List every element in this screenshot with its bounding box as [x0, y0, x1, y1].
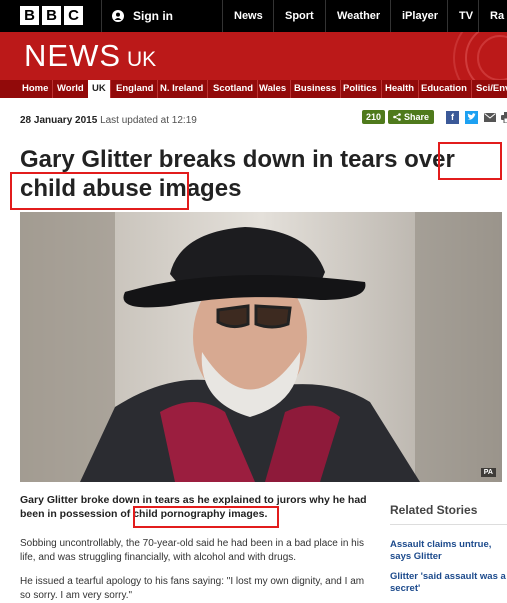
share-icon [393, 113, 401, 121]
share-label: Share [404, 112, 430, 122]
related-story-link[interactable]: Assault claims untrue, says Glitter [390, 539, 507, 563]
nav-weather[interactable]: Weather [325, 0, 390, 32]
article-date: 28 January 2015 [20, 115, 98, 126]
headline-highlight-box [10, 172, 189, 210]
subnav-business[interactable]: Business [290, 80, 342, 98]
article-dateline: 28 January 2015 Last updated at 12:19 [20, 115, 197, 126]
subnav-home[interactable]: Home [18, 80, 54, 98]
bbc-masthead: B B C Sign in News Sport Weather iPlayer… [0, 0, 507, 32]
nav-tv[interactable]: TV [447, 0, 477, 32]
logo-letter: C [64, 6, 83, 25]
related-stories-title: Related Stories [390, 503, 478, 517]
bbc-logo[interactable]: B B C [20, 6, 83, 25]
news-edition: UK [127, 48, 157, 71]
news-section-title[interactable]: NEWS UK [24, 38, 156, 74]
user-icon [112, 10, 124, 22]
nav-sport[interactable]: Sport [273, 0, 325, 32]
email-icon[interactable] [484, 112, 497, 122]
share-button[interactable]: Share [388, 110, 435, 124]
subnav-scotland[interactable]: Scotland [209, 80, 259, 98]
print-icon[interactable] [501, 111, 507, 123]
related-story-link[interactable]: Glitter 'said assault was a secret' [390, 571, 507, 595]
logo-letter: B [20, 6, 39, 25]
section-nav: Home World UK England N. Ireland Scotlan… [0, 80, 507, 98]
subnav-wales[interactable]: Wales [255, 80, 292, 98]
twitter-bird-glyph [467, 113, 476, 120]
logo-letter: B [42, 6, 61, 25]
divider [390, 524, 507, 525]
nav-iplayer[interactable]: iPlayer [390, 0, 440, 32]
subnav-education[interactable]: Education [417, 80, 472, 98]
header-decoration [453, 32, 507, 80]
article-photo: PA [20, 212, 502, 482]
news-wordmark: NEWS [24, 38, 121, 73]
nav-radio[interactable]: Ra [478, 0, 507, 32]
last-updated: Last updated at 12:19 [100, 115, 197, 126]
twitter-icon[interactable] [465, 110, 479, 124]
share-tools: 210 Share f [362, 110, 507, 124]
nav-news[interactable]: News [222, 0, 273, 32]
subnav-uk[interactable]: UK [88, 80, 111, 98]
signin-link[interactable]: Sign in [101, 0, 173, 32]
lead-highlight-box [133, 506, 279, 528]
news-header: NEWS UK [0, 32, 507, 80]
headline-highlight-box [438, 142, 502, 180]
facebook-icon[interactable]: f [446, 110, 460, 124]
share-count: 210 [362, 110, 386, 124]
subnav-health[interactable]: Health [381, 80, 420, 98]
photo-credit: PA [480, 468, 496, 477]
signin-label: Sign in [133, 9, 173, 23]
photo-illustration [20, 212, 502, 482]
article-paragraph: He issued a tearful apology to his fans … [20, 576, 365, 601]
article-paragraph: Sobbing uncontrollably, the 70-year-old … [20, 538, 364, 563]
subnav-sci-env[interactable]: Sci/Env [472, 80, 507, 98]
subnav-england[interactable]: England [112, 80, 159, 98]
subnav-n-ireland[interactable]: N. Ireland [156, 80, 209, 98]
subnav-politics[interactable]: Politics [339, 80, 382, 98]
subnav-world[interactable]: World [53, 80, 89, 98]
